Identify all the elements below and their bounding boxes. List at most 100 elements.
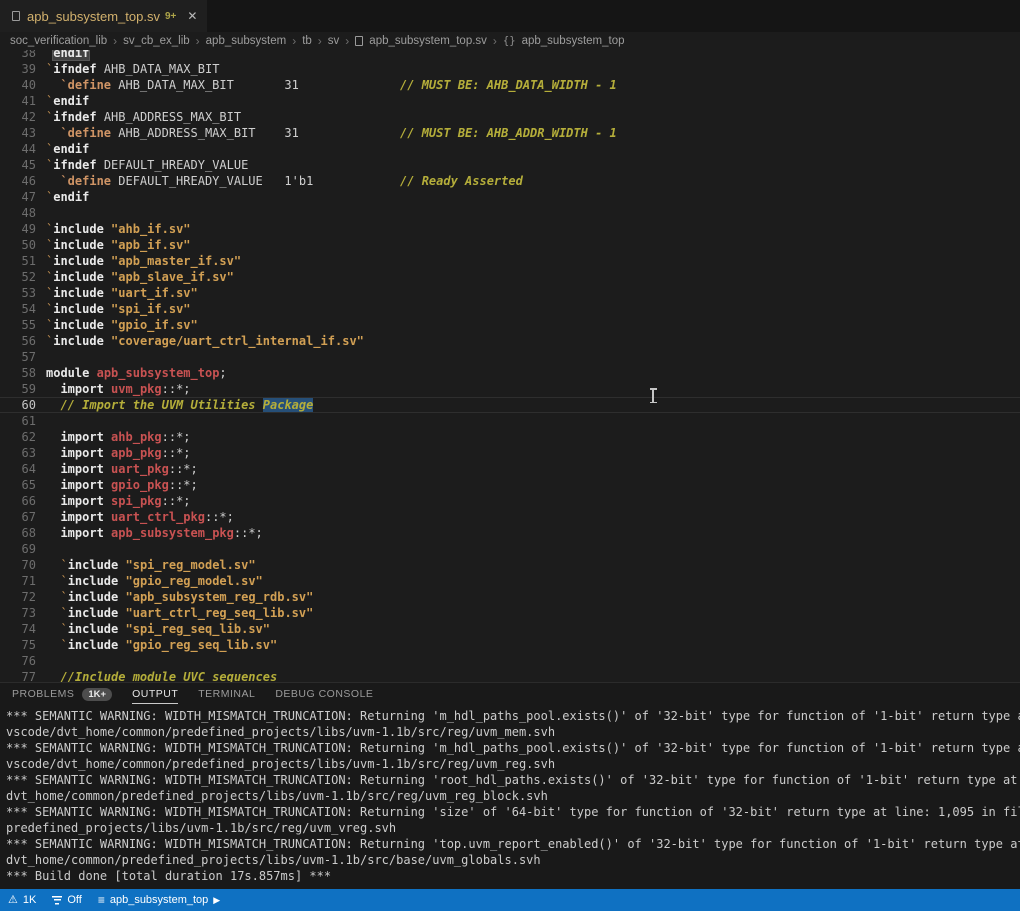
breadcrumb-item[interactable]: apb_subsystem_top.sv: [369, 35, 487, 47]
line-number[interactable]: 73: [0, 605, 36, 621]
line-number[interactable]: 56: [0, 333, 36, 349]
code-line[interactable]: 47`endif: [0, 189, 1020, 205]
code-line[interactable]: 46 `define DEFAULT_HREADY_VALUE 1'b1 // …: [0, 173, 1020, 189]
code-line[interactable]: 64 import uart_pkg::*;: [0, 461, 1020, 477]
line-number[interactable]: 45: [0, 157, 36, 173]
panel-tab-problems[interactable]: PROBLEMS1K+: [12, 683, 112, 705]
line-number[interactable]: 49: [0, 221, 36, 237]
panel-tab-terminal[interactable]: TERMINAL: [198, 683, 255, 705]
line-number[interactable]: 55: [0, 317, 36, 333]
status-item-0[interactable]: ⚠1K: [8, 894, 36, 906]
code-line[interactable]: 58module apb_subsystem_top;: [0, 365, 1020, 381]
breadcrumb-item[interactable]: sv: [328, 35, 340, 47]
breadcrumb-item[interactable]: apb_subsystem_top: [522, 35, 625, 47]
code-line[interactable]: 61: [0, 413, 1020, 429]
line-number[interactable]: 50: [0, 237, 36, 253]
line-number[interactable]: 77: [0, 669, 36, 682]
line-number[interactable]: 71: [0, 573, 36, 589]
line-number[interactable]: 38: [0, 50, 36, 61]
code-line[interactable]: 41`endif: [0, 93, 1020, 109]
panel-tab-label: TERMINAL: [198, 688, 255, 700]
line-number[interactable]: 60: [0, 397, 36, 413]
code-line[interactable]: 48: [0, 205, 1020, 221]
code-line[interactable]: 39`ifndef AHB_DATA_MAX_BIT: [0, 61, 1020, 77]
code-line[interactable]: 40 `define AHB_DATA_MAX_BIT 31 // MUST B…: [0, 77, 1020, 93]
code-line[interactable]: 49`include "ahb_if.sv": [0, 221, 1020, 237]
code-line[interactable]: 45`ifndef DEFAULT_HREADY_VALUE: [0, 157, 1020, 173]
status-item-2[interactable]: ≡apb_subsystem_top▶: [98, 894, 220, 906]
line-number[interactable]: 67: [0, 509, 36, 525]
line-number[interactable]: 72: [0, 589, 36, 605]
line-number[interactable]: 57: [0, 349, 36, 365]
token: [118, 606, 125, 620]
line-number[interactable]: 68: [0, 525, 36, 541]
code-line[interactable]: 74 `include "spi_reg_seq_lib.sv": [0, 621, 1020, 637]
code-line[interactable]: 38`endif: [0, 50, 1020, 61]
output-console[interactable]: *** SEMANTIC WARNING: WIDTH_MISMATCH_TRU…: [0, 705, 1020, 884]
line-number[interactable]: 53: [0, 285, 36, 301]
code-line[interactable]: 68 import apb_subsystem_pkg::*;: [0, 525, 1020, 541]
code-line[interactable]: 50`include "apb_if.sv": [0, 237, 1020, 253]
code-line[interactable]: 76: [0, 653, 1020, 669]
code-line[interactable]: 42`ifndef AHB_ADDRESS_MAX_BIT: [0, 109, 1020, 125]
code-line[interactable]: 71 `include "gpio_reg_model.sv": [0, 573, 1020, 589]
breadcrumb-item[interactable]: apb_subsystem: [206, 35, 287, 47]
code-line[interactable]: 44`endif: [0, 141, 1020, 157]
line-number[interactable]: 54: [0, 301, 36, 317]
line-number[interactable]: 40: [0, 77, 36, 93]
code-line[interactable]: 70 `include "spi_reg_model.sv": [0, 557, 1020, 573]
code-line[interactable]: 52`include "apb_slave_if.sv": [0, 269, 1020, 285]
code-line[interactable]: 67 import uart_ctrl_pkg::*;: [0, 509, 1020, 525]
line-number[interactable]: 51: [0, 253, 36, 269]
code-line[interactable]: 56`include "coverage/uart_ctrl_internal_…: [0, 333, 1020, 349]
line-number[interactable]: 64: [0, 461, 36, 477]
code-line[interactable]: 77 //Include module UVC sequences: [0, 669, 1020, 682]
line-number[interactable]: 58: [0, 365, 36, 381]
code-line[interactable]: 43 `define AHB_ADDRESS_MAX_BIT 31 // MUS…: [0, 125, 1020, 141]
line-number[interactable]: 70: [0, 557, 36, 573]
line-number[interactable]: 62: [0, 429, 36, 445]
breadcrumb-item[interactable]: sv_cb_ex_lib: [123, 35, 189, 47]
code-line[interactable]: 59 import uvm_pkg::*;: [0, 381, 1020, 397]
code-line[interactable]: 53`include "uart_if.sv": [0, 285, 1020, 301]
line-number[interactable]: 47: [0, 189, 36, 205]
code-line[interactable]: 69: [0, 541, 1020, 557]
line-number[interactable]: 41: [0, 93, 36, 109]
code-line[interactable]: 60 // Import the UVM Utilities Package: [0, 397, 1020, 413]
breadcrumb-item[interactable]: tb: [302, 35, 312, 47]
line-number[interactable]: 59: [0, 381, 36, 397]
line-number[interactable]: 43: [0, 125, 36, 141]
panel-tab-output[interactable]: OUTPUT: [132, 683, 178, 705]
code-line[interactable]: 72 `include "apb_subsystem_reg_rdb.sv": [0, 589, 1020, 605]
code-line[interactable]: 55`include "gpio_if.sv": [0, 317, 1020, 333]
line-number[interactable]: 61: [0, 413, 36, 429]
code-line[interactable]: 75 `include "gpio_reg_seq_lib.sv": [0, 637, 1020, 653]
line-number[interactable]: 74: [0, 621, 36, 637]
code-editor[interactable]: 38`endif39`ifndef AHB_DATA_MAX_BIT40 `de…: [0, 50, 1020, 682]
line-number[interactable]: 66: [0, 493, 36, 509]
breadcrumb-item[interactable]: soc_verification_lib: [10, 35, 107, 47]
line-number[interactable]: 44: [0, 141, 36, 157]
code-line[interactable]: 66 import spi_pkg::*;: [0, 493, 1020, 509]
line-number[interactable]: 39: [0, 61, 36, 77]
status-item-1[interactable]: Off: [52, 894, 81, 906]
tab-apb-subsystem-top[interactable]: apb_subsystem_top.sv 9+: [0, 0, 207, 32]
line-number[interactable]: 52: [0, 269, 36, 285]
line-number[interactable]: 75: [0, 637, 36, 653]
code-line[interactable]: 62 import ahb_pkg::*;: [0, 429, 1020, 445]
panel-tab-debug-console[interactable]: DEBUG CONSOLE: [275, 683, 373, 705]
line-number[interactable]: 76: [0, 653, 36, 669]
code-line[interactable]: 51`include "apb_master_if.sv": [0, 253, 1020, 269]
line-number[interactable]: 65: [0, 477, 36, 493]
line-number[interactable]: 63: [0, 445, 36, 461]
close-icon[interactable]: [187, 9, 197, 23]
line-number[interactable]: 48: [0, 205, 36, 221]
line-number[interactable]: 46: [0, 173, 36, 189]
line-number[interactable]: 42: [0, 109, 36, 125]
code-line[interactable]: 65 import gpio_pkg::*;: [0, 477, 1020, 493]
code-line[interactable]: 54`include "spi_if.sv": [0, 301, 1020, 317]
code-line[interactable]: 73 `include "uart_ctrl_reg_seq_lib.sv": [0, 605, 1020, 621]
code-line[interactable]: 63 import apb_pkg::*;: [0, 445, 1020, 461]
code-line[interactable]: 57: [0, 349, 1020, 365]
line-number[interactable]: 69: [0, 541, 36, 557]
